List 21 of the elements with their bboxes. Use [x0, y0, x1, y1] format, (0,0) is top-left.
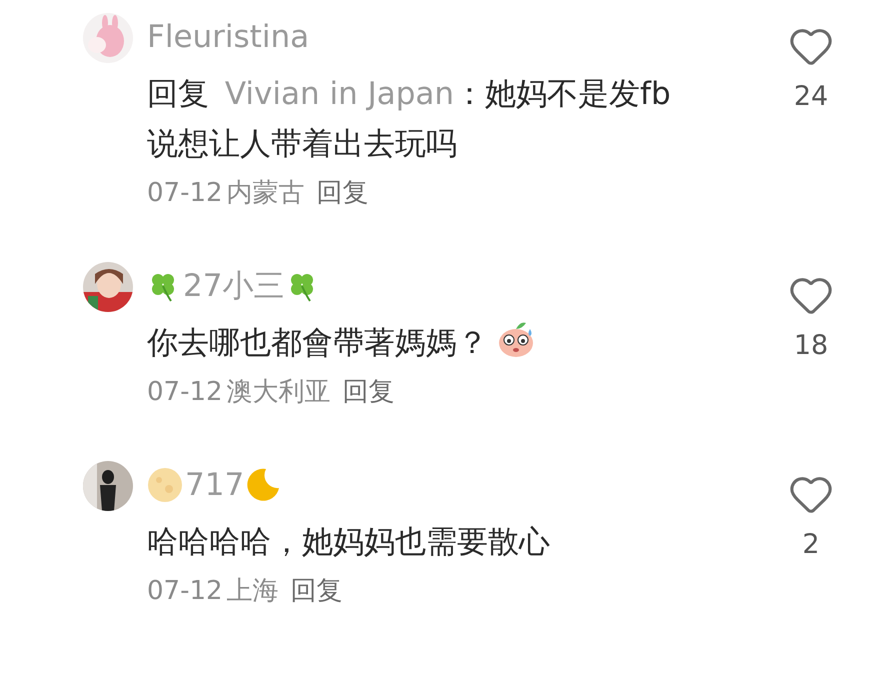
username[interactable]: 27小三	[183, 266, 284, 306]
like-count: 2	[802, 529, 820, 560]
reply-link[interactable]: 回复	[342, 372, 395, 412]
comment-text: 哈哈哈哈，她妈妈也需要散心	[147, 523, 551, 562]
like-count: 18	[794, 330, 828, 361]
username[interactable]: Fleuristina	[147, 17, 310, 57]
comment-date: 07-12	[147, 575, 223, 608]
comment-date: 07-12	[147, 177, 223, 210]
crescent-moon-icon	[246, 468, 280, 502]
like-count: 24	[794, 81, 828, 112]
reply-link[interactable]: 回复	[316, 173, 369, 213]
comment-text: 回复 Vivian in Japan：她妈不是发fb说想让人带着出去玩吗	[147, 75, 672, 164]
moon-icon	[147, 467, 183, 503]
mention-link[interactable]: Vivian in Japan	[224, 76, 454, 112]
comment-date: 07-12	[147, 376, 223, 409]
reply-link[interactable]: 回复	[290, 571, 343, 611]
comment-text: 你去哪也都會帶著媽媽？	[147, 318, 692, 368]
comment-location: 上海	[226, 575, 279, 608]
username[interactable]: 717	[185, 465, 244, 505]
comment-location: 澳大利亚	[226, 376, 331, 409]
comment-location: 内蒙古	[226, 177, 305, 210]
